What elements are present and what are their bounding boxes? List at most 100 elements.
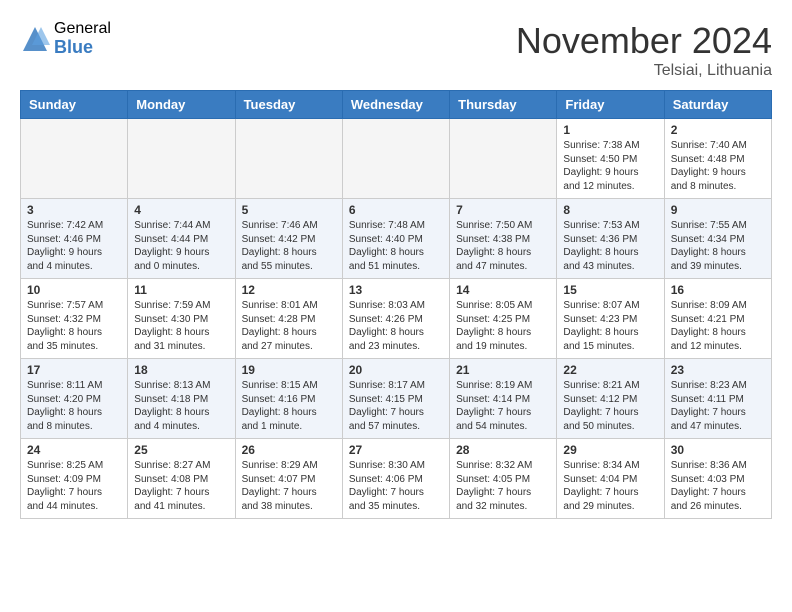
day-info: Sunrise: 8:17 AM Sunset: 4:15 PM Dayligh…	[349, 379, 443, 433]
day-number: 24	[27, 443, 121, 457]
day-number: 23	[671, 363, 765, 377]
table-cell: 16Sunrise: 8:09 AM Sunset: 4:21 PM Dayli…	[664, 279, 771, 359]
table-cell: 23 Sunrise: 8:23 AM Sunset: 4:11 PM Dayli…	[664, 359, 771, 439]
table-cell: 11 Sunrise: 7:59 AM Sunset: 4:30 PM Dayli…	[128, 279, 235, 359]
table-cell: 10 Sunrise: 7:57 AM Sunset: 4:32 PM Dayli…	[21, 279, 128, 359]
calendar-row: 1 Sunrise: 7:38 AM Sunset: 4:50 PM Daylig…	[21, 119, 772, 199]
day-info: Sunrise: 7:57 AM Sunset: 4:32 PM Dayligh…	[27, 299, 121, 353]
day-info: Sunrise: 7:44 AM Sunset: 4:44 PM Dayligh…	[134, 219, 228, 273]
day-info: Sunrise: 8:13 AM Sunset: 4:18 PM Dayligh…	[134, 379, 228, 433]
table-cell: 12 Sunrise: 8:01 AM Sunset: 4:28 PM Dayli…	[235, 279, 342, 359]
day-info: Sunrise: 8:11 AM Sunset: 4:20 PM Dayligh…	[27, 379, 121, 433]
day-info: Sunrise: 8:27 AM Sunset: 4:08 PM Dayligh…	[134, 459, 228, 513]
day-number: 1	[563, 123, 657, 137]
day-number: 5	[242, 203, 336, 217]
table-cell: 24 Sunrise: 8:25 AM Sunset: 4:09 PM Dayli…	[21, 439, 128, 519]
day-number: 15	[563, 283, 657, 297]
table-cell: 22 Sunrise: 8:21 AM Sunset: 4:12 PM Dayli…	[557, 359, 664, 439]
table-cell: 17 Sunrise: 8:11 AM Sunset: 4:20 PM Dayli…	[21, 359, 128, 439]
table-cell: 5 Sunrise: 7:46 AM Sunset: 4:42 PM Daylig…	[235, 199, 342, 279]
day-number: 13	[349, 283, 443, 297]
col-sunday: Sunday	[21, 91, 128, 119]
col-tuesday: Tuesday	[235, 91, 342, 119]
calendar-table: Sunday Monday Tuesday Wednesday Thursday…	[20, 90, 772, 519]
calendar-row: 24 Sunrise: 8:25 AM Sunset: 4:09 PM Dayli…	[21, 439, 772, 519]
title-block: November 2024 Telsiai, Lithuania	[516, 20, 772, 80]
day-number: 20	[349, 363, 443, 377]
day-info: Sunrise: 8:09 AM Sunset: 4:21 PM Dayligh…	[671, 299, 765, 353]
logo-blue: Blue	[54, 38, 111, 58]
header-row: Sunday Monday Tuesday Wednesday Thursday…	[21, 91, 772, 119]
day-number: 22	[563, 363, 657, 377]
table-cell: 28Sunrise: 8:32 AM Sunset: 4:05 PM Dayli…	[450, 439, 557, 519]
table-cell: 2 Sunrise: 7:40 AM Sunset: 4:48 PM Daylig…	[664, 119, 771, 199]
day-number: 21	[456, 363, 550, 377]
day-info: Sunrise: 7:38 AM Sunset: 4:50 PM Dayligh…	[563, 139, 657, 193]
table-cell: 20 Sunrise: 8:17 AM Sunset: 4:15 PM Dayli…	[342, 359, 449, 439]
month-title: November 2024	[516, 20, 772, 62]
day-number: 25	[134, 443, 228, 457]
day-number: 18	[134, 363, 228, 377]
table-cell: 29 Sunrise: 8:34 AM Sunset: 4:04 PM Dayli…	[557, 439, 664, 519]
table-cell: 18 Sunrise: 8:13 AM Sunset: 4:18 PM Dayli…	[128, 359, 235, 439]
table-cell: 8Sunrise: 7:53 AM Sunset: 4:36 PM Daylig…	[557, 199, 664, 279]
day-info: Sunrise: 7:48 AM Sunset: 4:40 PM Dayligh…	[349, 219, 443, 273]
table-cell: 4Sunrise: 7:44 AM Sunset: 4:44 PM Daylig…	[128, 199, 235, 279]
day-info: Sunrise: 8:01 AM Sunset: 4:28 PM Dayligh…	[242, 299, 336, 353]
table-cell: 15Sunrise: 8:07 AM Sunset: 4:23 PM Dayli…	[557, 279, 664, 359]
day-info: Sunrise: 7:59 AM Sunset: 4:30 PM Dayligh…	[134, 299, 228, 353]
calendar-row: 17 Sunrise: 8:11 AM Sunset: 4:20 PM Dayli…	[21, 359, 772, 439]
table-cell	[342, 119, 449, 199]
day-info: Sunrise: 8:36 AM Sunset: 4:03 PM Dayligh…	[671, 459, 765, 513]
day-number: 2	[671, 123, 765, 137]
day-info: Sunrise: 7:50 AM Sunset: 4:38 PM Dayligh…	[456, 219, 550, 273]
day-info: Sunrise: 7:55 AM Sunset: 4:34 PM Dayligh…	[671, 219, 765, 273]
table-cell: 14Sunrise: 8:05 AM Sunset: 4:25 PM Dayli…	[450, 279, 557, 359]
day-info: Sunrise: 8:30 AM Sunset: 4:06 PM Dayligh…	[349, 459, 443, 513]
day-number: 9	[671, 203, 765, 217]
table-cell	[235, 119, 342, 199]
logo-icon	[20, 24, 50, 54]
day-number: 10	[27, 283, 121, 297]
day-info: Sunrise: 7:46 AM Sunset: 4:42 PM Dayligh…	[242, 219, 336, 273]
logo: General Blue	[20, 20, 111, 57]
col-wednesday: Wednesday	[342, 91, 449, 119]
day-number: 7	[456, 203, 550, 217]
day-info: Sunrise: 7:42 AM Sunset: 4:46 PM Dayligh…	[27, 219, 121, 273]
day-number: 8	[563, 203, 657, 217]
logo-general: General	[54, 20, 111, 38]
day-number: 28	[456, 443, 550, 457]
day-number: 19	[242, 363, 336, 377]
day-number: 11	[134, 283, 228, 297]
table-cell: 21Sunrise: 8:19 AM Sunset: 4:14 PM Dayli…	[450, 359, 557, 439]
table-cell: 13 Sunrise: 8:03 AM Sunset: 4:26 PM Dayli…	[342, 279, 449, 359]
logo-text: General Blue	[54, 20, 111, 57]
day-info: Sunrise: 7:40 AM Sunset: 4:48 PM Dayligh…	[671, 139, 765, 193]
col-monday: Monday	[128, 91, 235, 119]
table-cell: 25 Sunrise: 8:27 AM Sunset: 4:08 PM Dayli…	[128, 439, 235, 519]
location: Telsiai, Lithuania	[516, 62, 772, 80]
page-header: General Blue November 2024 Telsiai, Lith…	[20, 20, 772, 80]
day-number: 30	[671, 443, 765, 457]
day-info: Sunrise: 8:03 AM Sunset: 4:26 PM Dayligh…	[349, 299, 443, 353]
day-info: Sunrise: 8:21 AM Sunset: 4:12 PM Dayligh…	[563, 379, 657, 433]
calendar-row: 10 Sunrise: 7:57 AM Sunset: 4:32 PM Dayli…	[21, 279, 772, 359]
day-number: 12	[242, 283, 336, 297]
day-info: Sunrise: 8:23 AM Sunset: 4:11 PM Dayligh…	[671, 379, 765, 433]
day-number: 26	[242, 443, 336, 457]
table-cell: 7 Sunrise: 7:50 AM Sunset: 4:38 PM Daylig…	[450, 199, 557, 279]
day-number: 29	[563, 443, 657, 457]
day-info: Sunrise: 8:25 AM Sunset: 4:09 PM Dayligh…	[27, 459, 121, 513]
day-number: 3	[27, 203, 121, 217]
day-info: Sunrise: 8:29 AM Sunset: 4:07 PM Dayligh…	[242, 459, 336, 513]
table-cell: 30 Sunrise: 8:36 AM Sunset: 4:03 PM Dayli…	[664, 439, 771, 519]
table-cell	[21, 119, 128, 199]
day-number: 27	[349, 443, 443, 457]
day-info: Sunrise: 8:34 AM Sunset: 4:04 PM Dayligh…	[563, 459, 657, 513]
col-thursday: Thursday	[450, 91, 557, 119]
day-number: 17	[27, 363, 121, 377]
col-friday: Friday	[557, 91, 664, 119]
table-cell: 1 Sunrise: 7:38 AM Sunset: 4:50 PM Daylig…	[557, 119, 664, 199]
day-info: Sunrise: 8:15 AM Sunset: 4:16 PM Dayligh…	[242, 379, 336, 433]
col-saturday: Saturday	[664, 91, 771, 119]
